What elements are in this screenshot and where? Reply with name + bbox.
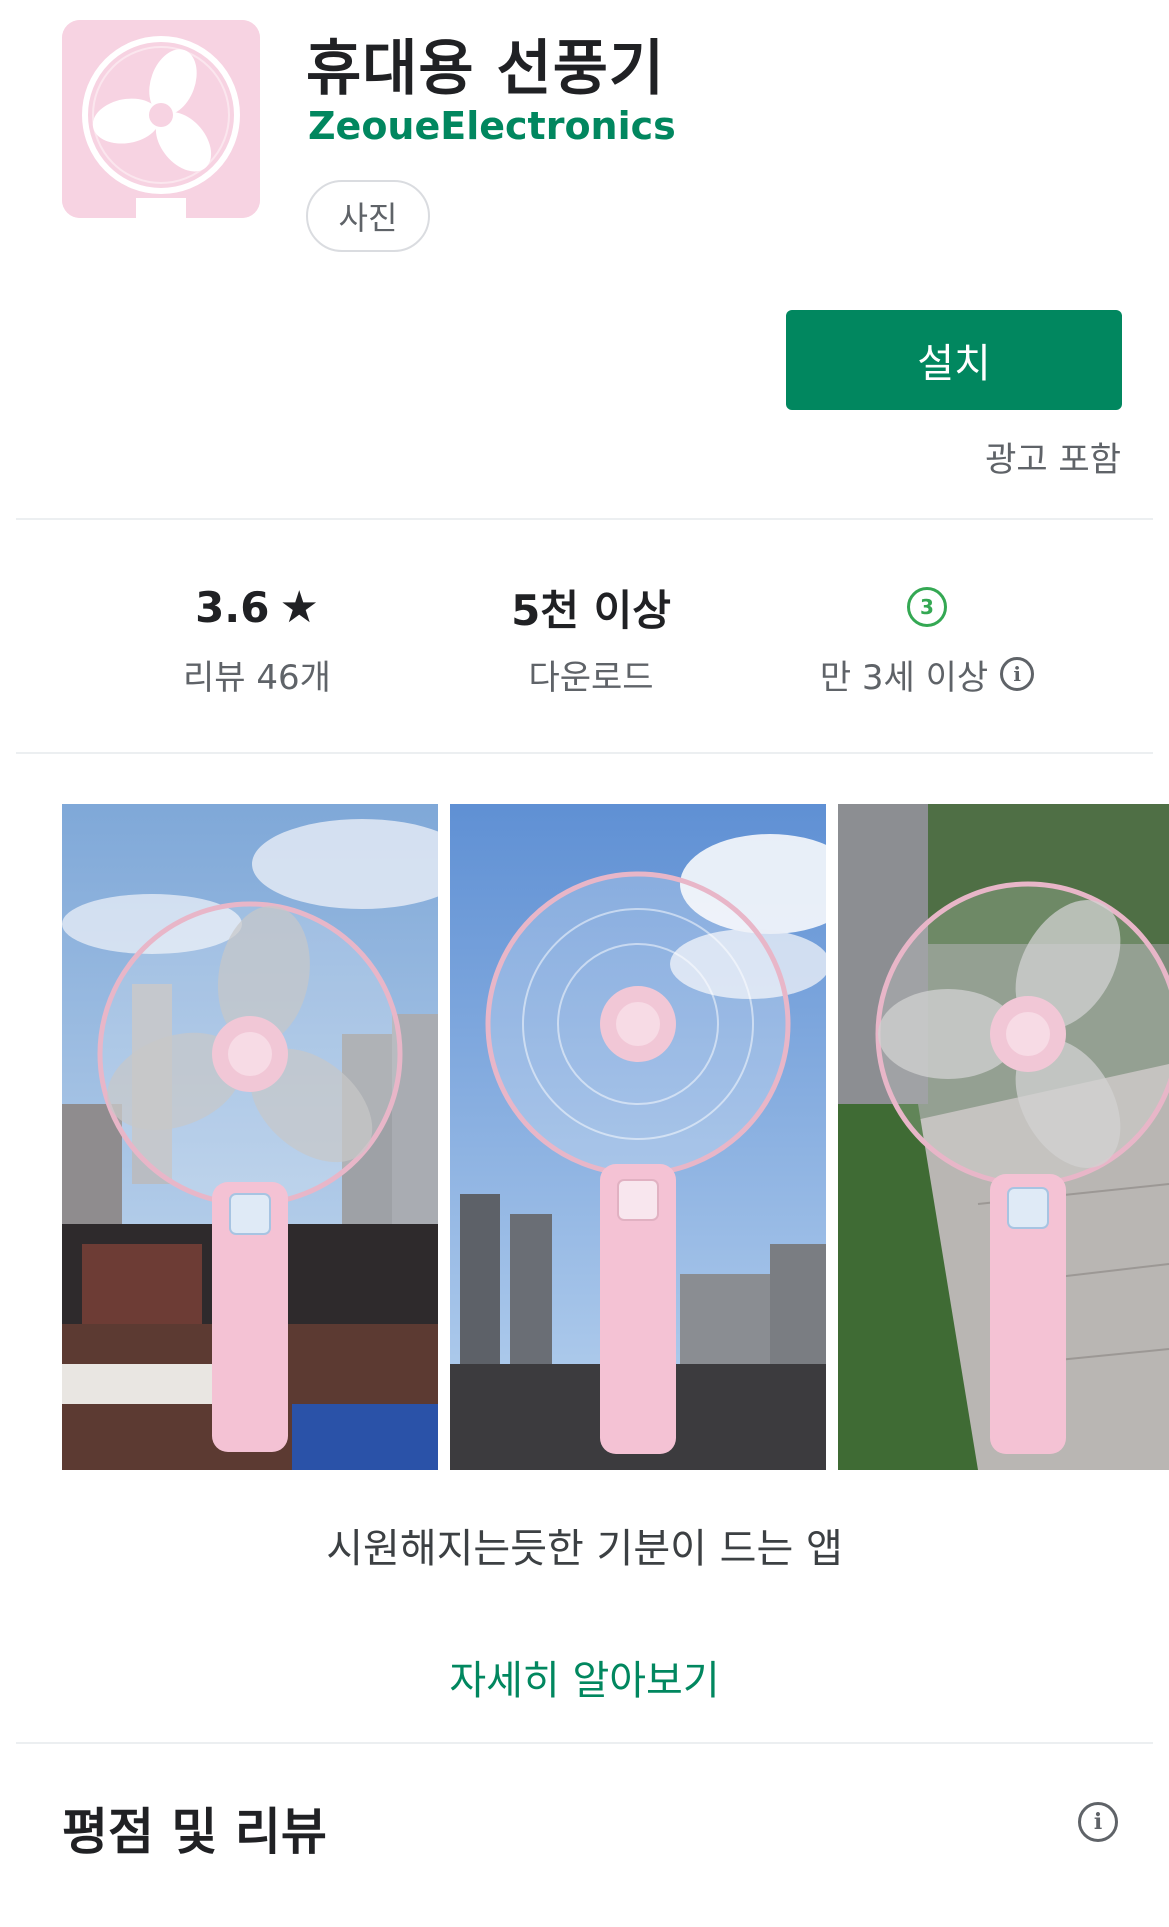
app-details-page: 휴대용 선풍기 ZeoueElectronics 사진 설치 광고 포함 3.6…	[0, 0, 1169, 1927]
ratings-reviews-title: 평점 및 리뷰	[62, 1803, 327, 1861]
downloads-label: 다운로드	[528, 657, 654, 698]
downloads-stat: 5천 이상 다운로드	[426, 578, 756, 698]
fan-screenshot-sidewalk[interactable]	[838, 804, 1169, 1470]
rating-value: 3.6	[195, 582, 270, 632]
app-icon[interactable]	[62, 20, 260, 218]
divider	[16, 518, 1153, 520]
app-tagline: 시원해지는듯한 기분이 드는 앱	[326, 1526, 843, 1572]
star-icon: ★	[279, 581, 319, 633]
install-button[interactable]: 설치	[786, 310, 1122, 410]
info-icon[interactable]: i	[1078, 1802, 1118, 1842]
downloads-value: 5천 이상	[511, 585, 671, 635]
app-title: 휴대용 선풍기	[306, 34, 666, 104]
contains-ads-note: 광고 포함	[985, 440, 1121, 480]
category-chip[interactable]: 사진	[306, 180, 430, 252]
developer-link[interactable]: ZeoueElectronics	[308, 104, 676, 148]
info-icon[interactable]: i	[1000, 657, 1035, 691]
learn-more-link[interactable]: 자세히 알아보기	[0, 1648, 1169, 1706]
rating-stat[interactable]: 3.6 ★ 리뷰 46개	[92, 578, 422, 698]
fan-screenshot-sky[interactable]	[450, 804, 826, 1470]
age-rating-stat[interactable]: 3 만 3세 이상 i	[762, 578, 1092, 698]
age-rating-label: 만 3세 이상	[819, 657, 989, 698]
review-count: 리뷰 46개	[183, 657, 331, 698]
fan-screenshot-city[interactable]	[62, 804, 438, 1470]
divider	[16, 752, 1153, 754]
divider	[16, 1742, 1153, 1744]
age-rating-badge: 3	[907, 587, 947, 627]
